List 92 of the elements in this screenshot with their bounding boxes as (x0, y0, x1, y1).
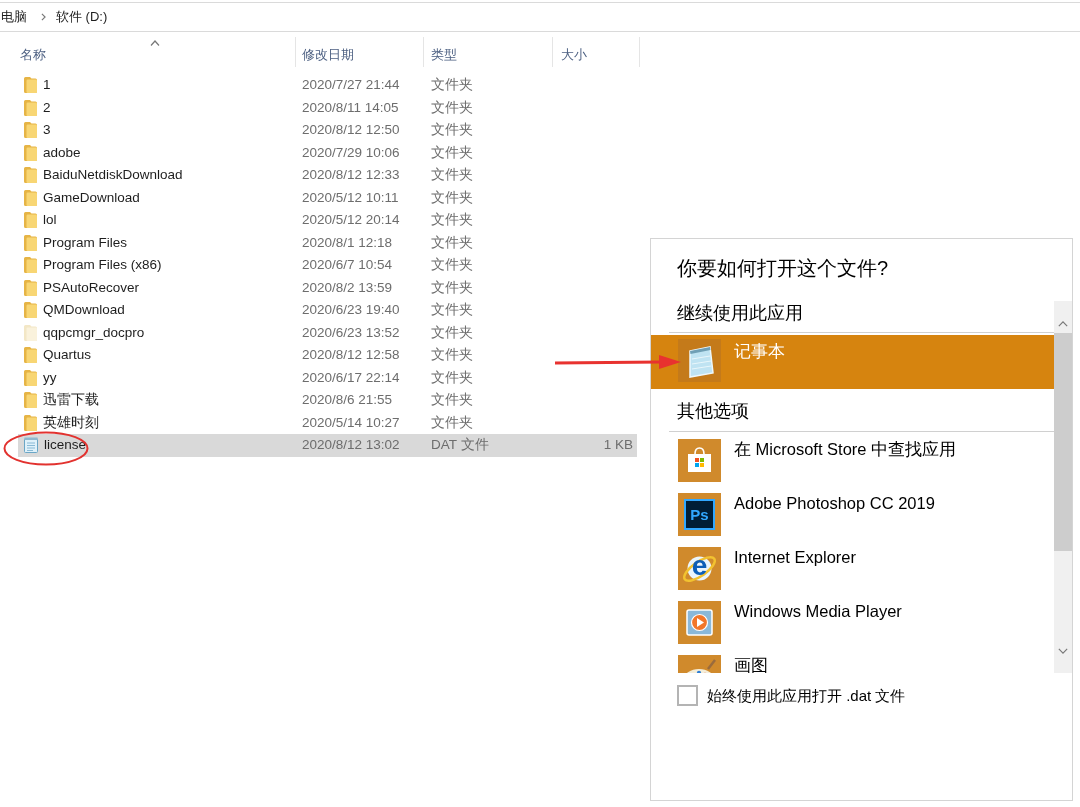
chevron-down-icon (1058, 648, 1068, 654)
file-row[interactable]: Program Files 2020/8/1 12:18 文件夹 (18, 231, 637, 254)
file-type: 文件夹 (431, 369, 473, 385)
file-name: yy (43, 368, 57, 387)
file-type: 文件夹 (431, 99, 473, 115)
breadcrumb-item[interactable]: 电脑 (1, 8, 27, 26)
modified-date: 2020/8/12 12:50 (302, 122, 400, 138)
file-type: 文件夹 (431, 257, 473, 273)
file-type: 文件夹 (431, 144, 473, 160)
file-name: BaiduNetdiskDownload (43, 166, 183, 185)
file-type: 文件夹 (431, 392, 473, 408)
file-name: adobe (43, 143, 81, 162)
file-name: Program Files (43, 233, 128, 252)
modified-date: 2020/6/23 13:52 (302, 324, 400, 340)
shopping-bag-icon (678, 439, 721, 482)
modified-date: 2020/6/17 22:14 (302, 369, 400, 385)
file-type: 文件夹 (431, 77, 473, 93)
file-name: 2 (43, 98, 51, 117)
file-name: license (44, 436, 87, 455)
file-row[interactable]: GameDownload 2020/5/12 10:11 文件夹 (18, 186, 637, 209)
checkbox-label[interactable]: 始终使用此应用打开 .dat 文件 (707, 685, 906, 706)
ps-logo-icon: Ps (678, 493, 721, 536)
play-icon (678, 601, 721, 644)
file-name: QMDownload (43, 301, 125, 320)
app-option[interactable]: Ps Adobe Photoshop CC 2019 (651, 493, 1054, 536)
file-row[interactable]: lol 2020/5/12 20:14 文件夹 (18, 209, 637, 232)
modified-date: 2020/5/12 10:11 (302, 189, 399, 205)
file-row[interactable]: 迅雷下载 2020/8/6 21:55 文件夹 (18, 389, 637, 412)
file-name: GameDownload (43, 188, 140, 207)
app-option[interactable]: 在 Microsoft Store 中查找应用 (651, 439, 1054, 482)
modified-date: 2020/7/29 10:06 (302, 144, 400, 160)
modified-date: 2020/8/1 12:18 (302, 234, 393, 250)
file-name: PSAutoRecover (43, 278, 140, 297)
column-header[interactable]: 名称 (18, 37, 296, 67)
chevron-up-icon (1058, 321, 1068, 327)
app-option[interactable]: Windows Media Player (651, 601, 1054, 644)
file-name: 迅雷下载 (43, 391, 99, 410)
file-row[interactable]: 2 2020/8/11 14:05 文件夹 (18, 96, 637, 119)
modified-date: 2020/8/12 12:33 (302, 167, 400, 183)
file-type: 文件夹 (431, 167, 473, 183)
file-type: 文件夹 (431, 212, 473, 228)
file-row[interactable]: 英雄时刻 2020/5/14 10:27 文件夹 (18, 411, 637, 434)
file-size: 1 KB (603, 436, 633, 455)
file-row[interactable]: BaiduNetdiskDownload 2020/8/12 12:33 文件夹 (18, 164, 637, 187)
modified-date: 2020/5/12 20:14 (302, 212, 400, 228)
file-name: 3 (43, 121, 51, 140)
modified-date: 2020/8/12 13:02 (302, 437, 400, 453)
modified-date: 2020/6/7 10:54 (302, 257, 393, 273)
file-row[interactable]: PSAutoRecover 2020/8/2 13:59 文件夹 (18, 276, 637, 299)
modified-date: 2020/8/12 12:58 (302, 347, 400, 363)
file-type: 文件夹 (431, 302, 473, 318)
file-type: DAT 文件 (431, 437, 489, 453)
file-row[interactable]: 1 2020/7/27 21:44 文件夹 (18, 74, 637, 97)
file-row[interactable]: QMDownload 2020/6/23 19:40 文件夹 (18, 299, 637, 322)
column-header[interactable]: 类型 (424, 37, 553, 67)
file-type: 文件夹 (431, 122, 473, 138)
checkbox[interactable] (677, 685, 698, 706)
section-heading: 其他选项 (677, 401, 749, 421)
file-name: Quartus (43, 346, 92, 365)
chevron-right-icon (41, 13, 46, 21)
file-row[interactable]: Program Files (x86) 2020/6/7 10:54 文件夹 (18, 254, 637, 277)
file-type: 文件夹 (431, 414, 473, 430)
modified-date: 2020/5/14 10:27 (302, 414, 400, 430)
modified-date: 2020/8/2 13:59 (302, 279, 393, 295)
modified-date: 2020/6/23 19:40 (302, 302, 400, 318)
file-row[interactable]: license 2020/8/12 13:02 DAT 文件 1 KB (18, 434, 637, 457)
column-header[interactable]: 大小 (553, 37, 640, 67)
file-name: qqpcmgr_docpro (43, 323, 145, 342)
scrollbar-track[interactable] (1054, 301, 1072, 673)
file-name: 1 (43, 76, 51, 95)
modified-date: 2020/7/27 21:44 (302, 77, 400, 93)
breadcrumb-item[interactable]: 软件 (D:) (56, 8, 108, 26)
file-type: 文件夹 (431, 234, 473, 250)
modified-date: 2020/8/11 14:05 (302, 99, 399, 115)
section-heading: 继续使用此应用 (677, 303, 803, 323)
file-row[interactable]: adobe 2020/7/29 10:06 文件夹 (18, 141, 637, 164)
file-row[interactable]: yy 2020/6/17 22:14 文件夹 (18, 366, 637, 389)
file-row[interactable]: qqpcmgr_docpro 2020/6/23 13:52 文件夹 (18, 321, 637, 344)
file-name: lol (43, 211, 57, 230)
column-header[interactable]: 修改日期 (296, 37, 424, 67)
file-type: 文件夹 (431, 324, 473, 340)
file-row[interactable]: Quartus 2020/8/12 12:58 文件夹 (18, 344, 637, 367)
scrollbar-thumb[interactable] (1054, 333, 1072, 551)
notepad-icon (678, 339, 721, 382)
file-type: 文件夹 (431, 347, 473, 363)
file-name: Program Files (x86) (43, 256, 162, 275)
file-type: 文件夹 (431, 279, 473, 295)
file-type: 文件夹 (431, 189, 473, 205)
file-row[interactable]: 3 2020/8/12 12:50 文件夹 (18, 119, 637, 142)
dialog-title: 你要如何打开这个文件? (677, 257, 889, 279)
modified-date: 2020/8/6 21:55 (302, 392, 393, 408)
file-name: 英雄时刻 (43, 413, 99, 432)
